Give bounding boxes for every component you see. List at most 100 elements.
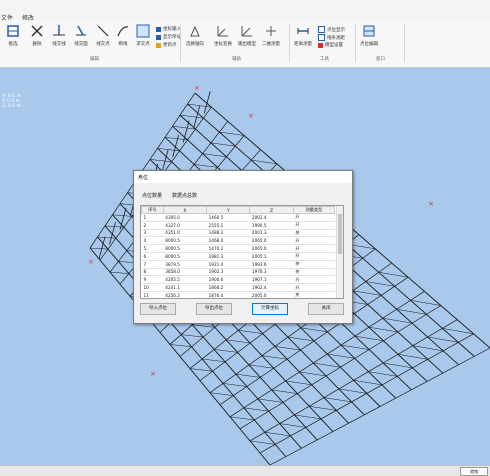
table-cell: 2005.1 [249,252,294,261]
wireframe-line [294,414,322,420]
coord-input-label: 坐标输入 [163,27,181,32]
table-cell: 1921.4 [206,260,250,269]
point-marker[interactable]: × [428,200,434,208]
table-row[interactable]: 9 4205.5 1900.6 1907.1 开 [141,275,335,285]
point-display-button[interactable]: 点位显示 [318,26,345,33]
table-cell: 关 [293,260,335,269]
column-header[interactable]: 测量类型 [292,206,336,214]
transform-button[interactable]: 坐标变换 [214,24,232,52]
intersection-point-button[interactable]: 求交点 [136,24,150,52]
table-row[interactable]: 3 4351.0 1488.2 2001.3 关 [141,229,335,238]
line-measure-button[interactable]: 线条测距 [318,34,345,41]
table-cell: 1 [141,213,164,222]
line-plane-label: 线交面 [74,42,88,47]
point-edit-button[interactable]: 点位编辑 [360,24,378,52]
export-model-button[interactable]: 输出模型 [238,24,256,52]
line-plane-icon [76,25,86,36]
model-settings-button[interactable]: 模型设置 [318,42,343,48]
measure-2d-label: 二维测量 [262,42,280,47]
group-label-window: 窗口 [376,57,385,62]
column-header[interactable]: X [162,206,208,214]
table-cell: 3879.5 [163,260,207,269]
wireframe-line [299,371,327,377]
points-table[interactable]: 序号 X Y Z 测量类型 1 4305.0 1460.5 2002.4 开 2 4327.… [140,205,344,299]
table-cell: 3858.0 [163,268,207,277]
group-label-aux: 辅助 [232,57,241,62]
table-cell: 2001.3 [249,229,294,238]
line-point-button[interactable]: 线交点 [96,24,110,52]
break-line-button[interactable]: 断线 [116,24,130,52]
table-cell: 6 [141,252,164,261]
wireframe-line [157,148,180,152]
table-row[interactable]: 8 3858.0 1902.3 1978.3 关 [141,268,335,277]
scrollbar-thumb[interactable] [338,214,342,254]
point-edit-label: 点位编辑 [360,42,378,47]
measure-2d-button[interactable]: 二维测量 [262,24,280,52]
table-cell: 4351.0 [163,229,207,238]
wireframe-line [257,398,284,403]
line-point-label: 线交点 [96,42,110,47]
wireframe-line [209,392,234,396]
distance-button[interactable]: 距离测量 [294,24,312,52]
wireframe-line [214,349,238,353]
table-cell: 1488.2 [206,229,250,238]
close-button[interactable]: 关闭 [308,303,344,315]
table-row[interactable]: 5 8000.5 1470.2 2065.0 开 [141,244,335,253]
table-row[interactable]: 4 8000.5 1468.0 2065.0 开 [141,236,335,246]
calculate-coords-button[interactable]: 计算坐标 [252,303,288,315]
import-points-button[interactable]: 导入点位 [140,303,176,315]
line-plane-button[interactable]: 线交面 [74,24,88,52]
update-point-button[interactable]: 更新点 [156,42,177,48]
delete-button[interactable]: 删除 [30,24,44,52]
show-index-button[interactable]: 显示序号 [156,34,181,40]
group-label-edit: 编辑 [90,57,99,62]
point-marker[interactable]: × [194,84,200,92]
close-icon[interactable]: ✕ [138,174,347,180]
table-cell: 2002.4 [249,213,294,222]
table-cell: 关 [293,291,335,298]
vertical-scrollbar[interactable] [336,206,343,298]
wireframe-line [194,164,218,168]
group-separator [404,24,405,62]
point-edit-icon [363,25,375,37]
table-cell: 2065.0 [249,236,294,246]
column-header[interactable]: 序号 [141,206,164,214]
coord-input-icon [156,26,161,32]
table-row[interactable]: 7 3879.5 1921.4 1993.6 关 [141,260,335,269]
point-count-value: 数据点总数 [172,193,198,199]
point-count-label: 点位数量 [142,193,163,199]
column-header[interactable]: Y [206,206,251,214]
table-row[interactable]: 6 8000.5 1981.3 2005.1 开 [141,252,335,261]
line-intersect-button[interactable]: 线交线 [52,24,66,52]
transform-label: 坐标变换 [214,42,232,47]
frame-select-button[interactable]: 框选 [6,24,20,52]
table-cell: 1907.1 [249,275,294,285]
table-row[interactable]: 10 4241.1 1860.2 1902.4 开 [141,283,335,292]
export-model-icon [241,26,252,37]
table-cell: 11 [141,291,164,298]
wireframe-line [249,440,276,445]
export-points-button[interactable]: 导出点位 [196,303,232,315]
export-model-label: 输出模型 [238,42,256,47]
point-marker[interactable]: × [248,112,254,120]
table-cell: 开 [293,283,335,292]
table-row[interactable]: 2 4327.0 1555.1 1990.5 开 [141,221,335,230]
point-marker[interactable]: × [88,258,94,266]
wireframe-line [269,347,490,465]
table-cell: 10 [141,283,164,292]
table-row[interactable]: 11 4256.2 1876.4 2005.0 关 [141,291,335,298]
axis-label: 选换轴向 [186,42,204,47]
table-cell: 4 [141,236,164,246]
coord-input-button[interactable]: 坐标输入 [156,26,181,32]
model-settings-label: 模型设置 [325,43,343,48]
column-header[interactable]: Z [249,206,294,214]
group-label-tools: 工具 [320,57,329,62]
point-marker[interactable]: × [150,370,156,378]
axis-button[interactable]: 选换轴向 [186,24,204,52]
line-intersect-icon [53,25,65,36]
table-row[interactable]: 1 4305.0 1460.5 2002.4 开 [141,213,335,222]
wireframe-line [243,407,269,412]
wireframe-line [309,406,337,411]
group-separator [289,24,290,62]
table-cell: 5 [141,244,164,253]
